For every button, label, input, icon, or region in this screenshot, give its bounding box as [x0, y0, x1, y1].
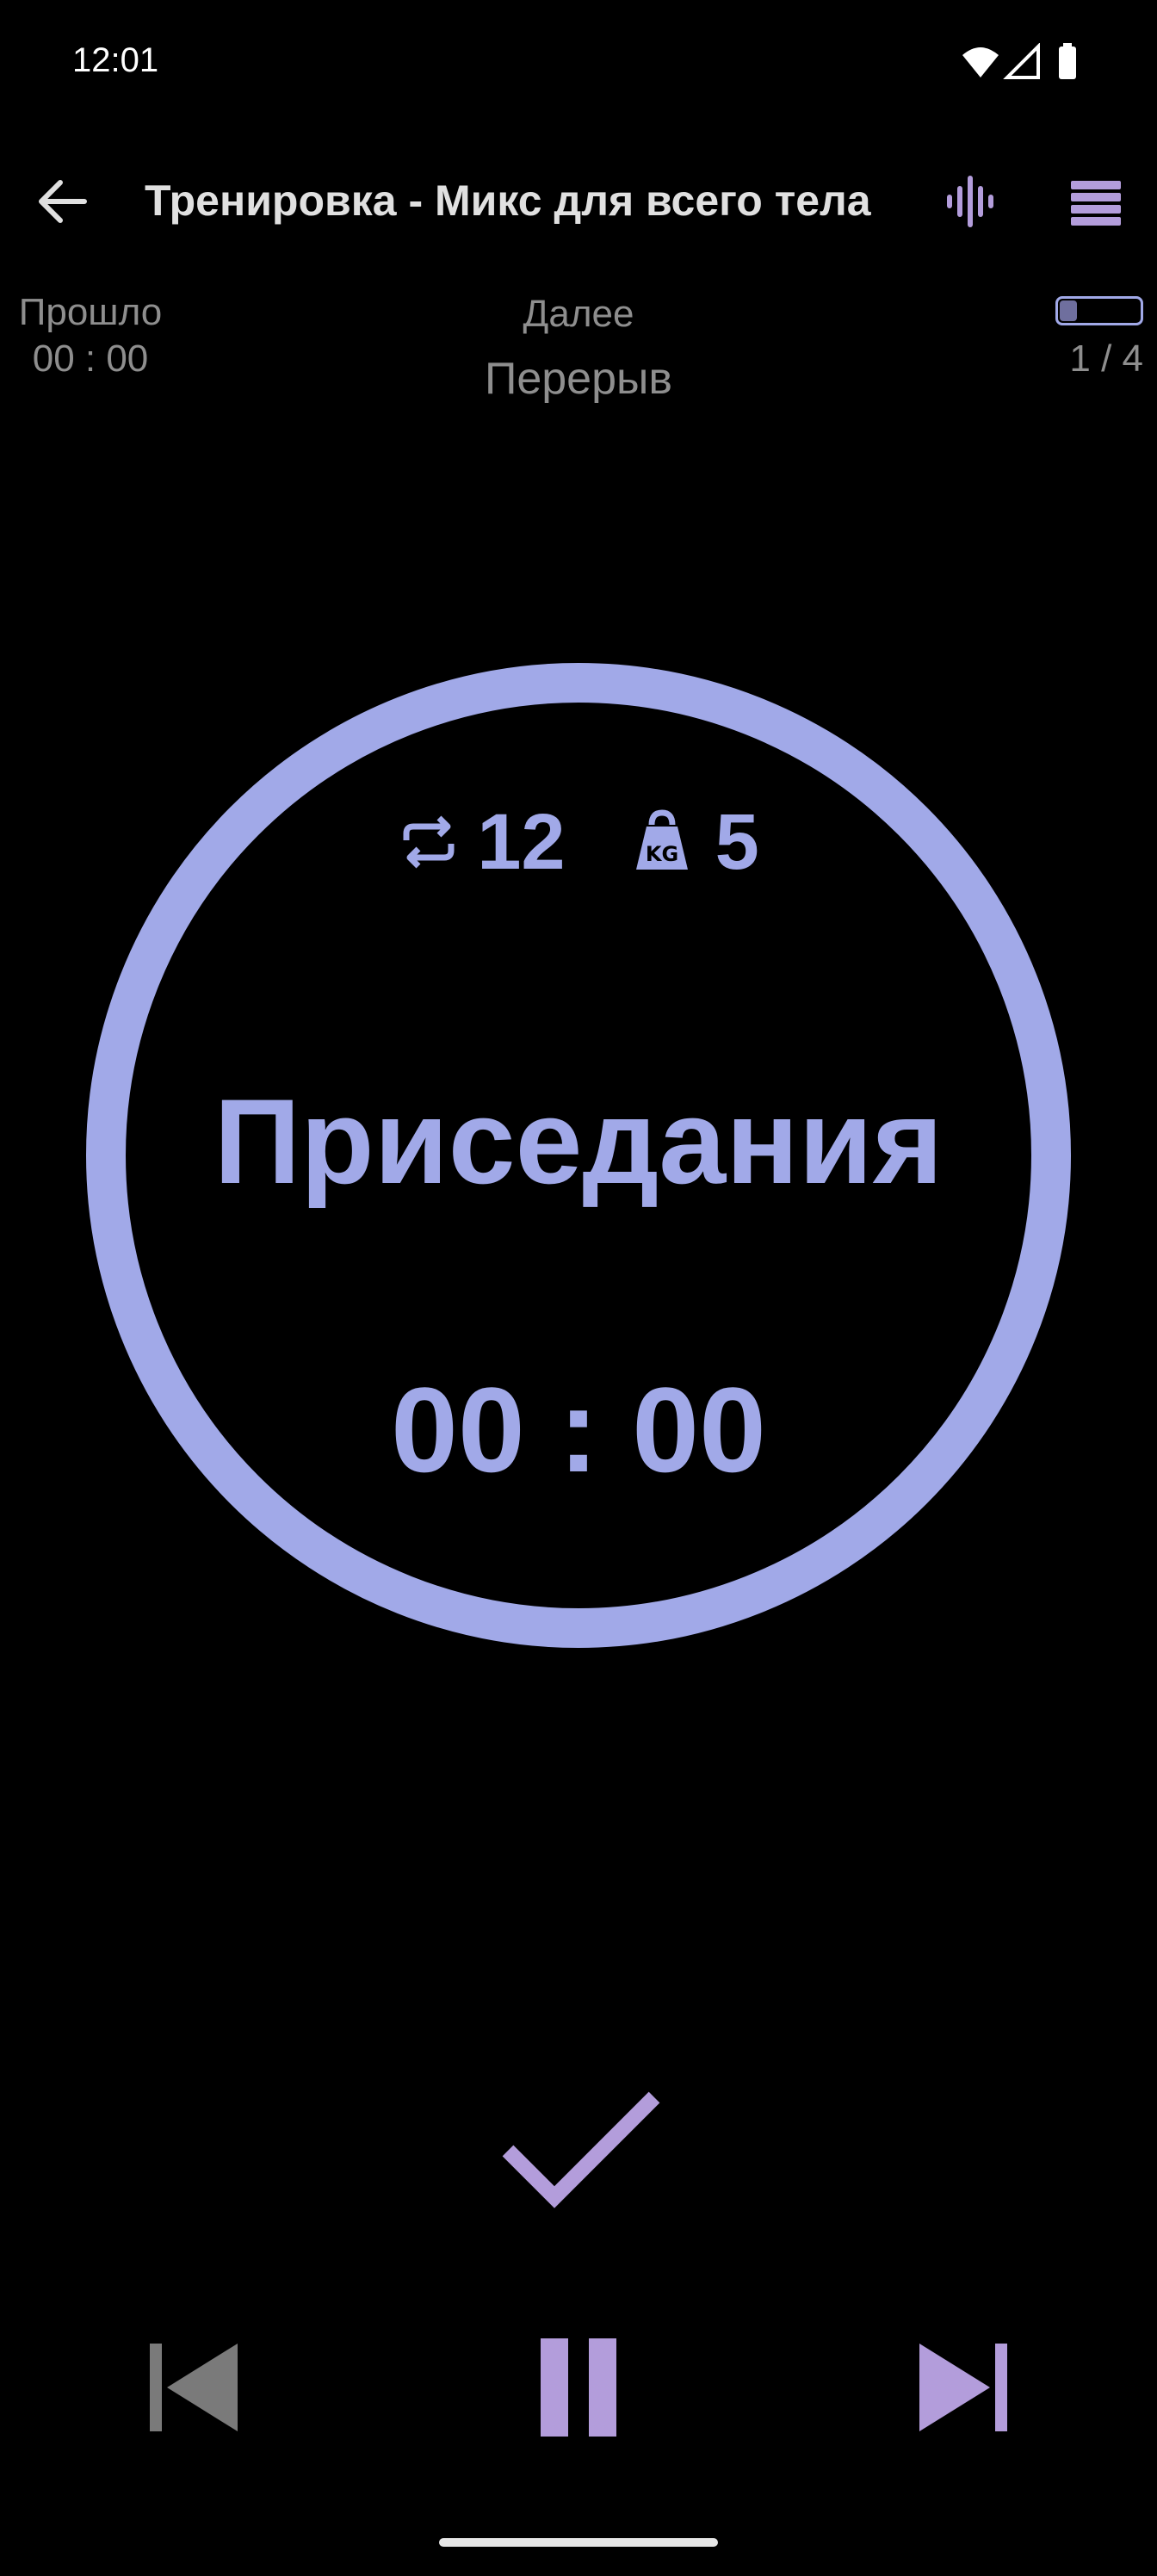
- elapsed-label: Прошло: [18, 291, 163, 333]
- repeat-icon: [403, 815, 455, 869]
- exercise-timer: 00 : 00: [391, 1362, 766, 1497]
- done-button[interactable]: [492, 2075, 665, 2221]
- back-button[interactable]: [29, 170, 98, 232]
- pause-button[interactable]: [527, 2331, 630, 2443]
- gesture-nav-handle[interactable]: [439, 2538, 718, 2547]
- skip-next-icon: [919, 2344, 1007, 2431]
- next-value: Перерыв: [484, 354, 673, 404]
- menu-button[interactable]: [1061, 170, 1129, 232]
- workout-progress-bar: [1055, 296, 1143, 325]
- elapsed-value: 00 : 00: [32, 337, 149, 380]
- weight-value: 5: [715, 798, 759, 886]
- svg-text:KG: KG: [645, 842, 677, 866]
- status-icons: [962, 43, 1076, 79]
- battery-icon: [1059, 46, 1076, 79]
- previous-button[interactable]: [138, 2331, 250, 2443]
- kettlebell-kg-icon: KG: [635, 809, 688, 870]
- exercise-stats: 12 KG 5: [0, 799, 1157, 885]
- progress-text: 1 / 4: [1069, 337, 1143, 380]
- status-time: 12:01: [72, 41, 159, 79]
- pause-icon: [541, 2338, 616, 2437]
- progress-fill: [1060, 300, 1077, 321]
- sound-wave-icon: [947, 176, 993, 227]
- sound-button[interactable]: [938, 170, 1007, 232]
- workout-title: Тренировка - Микс для всего тела: [145, 176, 871, 225]
- cell-signal-icon: [1003, 43, 1040, 79]
- exercise-name: Приседания: [213, 1074, 944, 1209]
- skip-previous-icon: [150, 2344, 238, 2431]
- checkmark-icon: [502, 2091, 660, 2208]
- next-button[interactable]: [907, 2331, 1019, 2443]
- reps-value: 12: [477, 798, 566, 886]
- arrow-left-icon: [39, 180, 87, 223]
- menu-icon: [1071, 181, 1121, 226]
- next-label: Далее: [523, 293, 634, 335]
- wifi-icon: [962, 47, 999, 77]
